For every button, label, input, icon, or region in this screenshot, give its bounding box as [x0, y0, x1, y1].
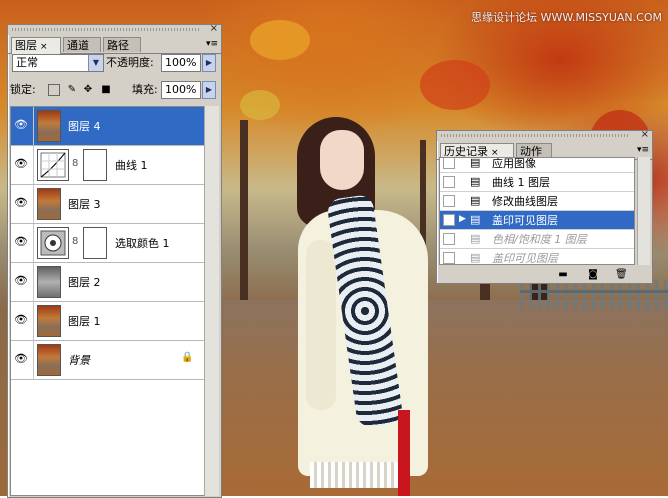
- history-item[interactable]: ▤ 应用图像: [440, 157, 634, 173]
- lock-move-icon[interactable]: ✥: [82, 84, 94, 96]
- history-item-label: 盖印可见图层: [492, 214, 558, 227]
- layers-panel: × 图层 × 通道 路径 ▾≡ 正常 ▼ 不透明度: 100% ▶ 锁定: ✎ ✥…: [7, 24, 222, 498]
- opacity-slider-button[interactable]: ▶: [202, 54, 216, 72]
- history-list: ▤ 应用图像 ▤ 曲线 1 图层 ▤ 修改曲线图层 ▶ ▤ 盖印可见图层 ▤ 色…: [439, 157, 635, 265]
- layer-name: 图层 2: [68, 276, 101, 289]
- layers-scrollbar[interactable]: [204, 106, 219, 496]
- layer-row[interactable]: 👁 背景 🔒: [11, 341, 206, 380]
- layers-list: 👁 图层 4 👁 8 曲线 1 👁 图层 3 👁 8 选取颜色 1 👁 图层 2…: [10, 106, 207, 496]
- chevron-down-icon[interactable]: ▼: [88, 55, 103, 71]
- fill-label: 填充:: [132, 83, 158, 96]
- history-brush-checkbox[interactable]: [443, 158, 455, 169]
- panel-titlebar[interactable]: ×: [437, 130, 652, 141]
- layer-mask-thumbnail[interactable]: [83, 227, 107, 259]
- lock-transparency-icon[interactable]: [48, 84, 60, 96]
- new-document-icon[interactable]: ▬: [557, 269, 569, 281]
- history-brush-checkbox[interactable]: [443, 233, 455, 245]
- eye-icon[interactable]: 👁: [14, 236, 28, 248]
- layer-name: 选取颜色 1: [115, 237, 170, 250]
- history-item-label: 盖印可见图层: [492, 252, 558, 265]
- snapshot-icon[interactable]: ◙: [587, 269, 599, 281]
- layer-row[interactable]: 👁 8 曲线 1: [11, 146, 206, 185]
- tab-channels[interactable]: 通道: [63, 37, 101, 52]
- close-icon[interactable]: ×: [210, 24, 218, 34]
- layer-thumbnail: [37, 344, 61, 376]
- close-icon[interactable]: ×: [641, 130, 649, 140]
- eye-icon[interactable]: 👁: [14, 158, 28, 170]
- close-tab-icon[interactable]: ×: [40, 42, 48, 52]
- history-toolbar: ▬ ◙ 🗑: [437, 267, 652, 283]
- layer-name: 图层 4: [68, 120, 101, 133]
- layer-row[interactable]: 👁 图层 4: [11, 107, 206, 146]
- lock-label: 锁定:: [10, 83, 36, 96]
- link-chain-icon[interactable]: 8: [72, 158, 78, 169]
- eye-icon[interactable]: 👁: [14, 275, 28, 287]
- panel-titlebar[interactable]: ×: [8, 24, 221, 35]
- tab-label: 路径: [107, 39, 129, 52]
- layer-thumbnail: [37, 188, 61, 220]
- link-chain-icon[interactable]: 8: [72, 236, 78, 247]
- history-brush-checkbox[interactable]: [443, 176, 455, 188]
- history-brush-checkbox[interactable]: [443, 214, 455, 226]
- history-panel: × 历史记录 × 动作 ▾≡ ▤ 应用图像 ▤ 曲线 1 图层 ▤ 修改曲线图层 …: [436, 130, 653, 284]
- history-step-icon: ▤: [470, 194, 481, 207]
- trash-icon[interactable]: 🗑: [615, 269, 628, 281]
- layer-thumbnail: [37, 266, 61, 298]
- opacity-input[interactable]: 100%: [161, 54, 201, 72]
- history-step-icon: ▤: [470, 251, 481, 264]
- tab-layers[interactable]: 图层 ×: [11, 37, 61, 54]
- panel-menu-icon[interactable]: ▾≡: [637, 145, 649, 155]
- lock-brush-icon[interactable]: ✎: [66, 84, 78, 96]
- panel-menu-icon[interactable]: ▾≡: [206, 39, 218, 49]
- history-step-icon: ▤: [470, 157, 481, 169]
- tab-label: 图层: [15, 39, 37, 52]
- layers-tabs: 图层 × 通道 路径 ▾≡: [8, 35, 221, 54]
- eye-icon[interactable]: 👁: [14, 197, 28, 209]
- history-item-label: 应用图像: [492, 157, 536, 170]
- eye-icon[interactable]: 👁: [14, 119, 28, 131]
- history-item-label: 曲线 1 图层: [492, 176, 550, 189]
- fill-slider-button[interactable]: ▶: [202, 81, 216, 99]
- layer-row[interactable]: 👁 8 选取颜色 1: [11, 224, 206, 263]
- layer-name: 背景: [68, 354, 90, 367]
- blend-mode-select[interactable]: 正常 ▼: [12, 54, 104, 72]
- opacity-label: 不透明度:: [106, 56, 154, 69]
- history-item[interactable]: ▤ 修改曲线图层: [440, 192, 634, 211]
- layer-row[interactable]: 👁 图层 1: [11, 302, 206, 341]
- selective-color-adjustment-icon: [37, 227, 69, 259]
- lock-all-icon[interactable]: ■: [100, 84, 112, 96]
- eye-icon[interactable]: 👁: [14, 314, 28, 326]
- layer-mask-thumbnail[interactable]: [83, 149, 107, 181]
- history-item[interactable]: ▤ 曲线 1 图层: [440, 173, 634, 192]
- layer-row[interactable]: 👁 图层 3: [11, 185, 206, 224]
- history-step-icon: ▤: [470, 175, 481, 188]
- layer-name: 图层 3: [68, 198, 101, 211]
- history-step-icon: ▤: [470, 232, 481, 245]
- history-item[interactable]: ▤ 色相/饱和度 1 图层: [440, 230, 634, 249]
- history-item-label: 色相/饱和度 1 图层: [492, 233, 587, 246]
- layer-row[interactable]: 👁 图层 2: [11, 263, 206, 302]
- layer-name: 曲线 1: [115, 159, 148, 172]
- history-item[interactable]: ▶ ▤ 盖印可见图层: [440, 211, 634, 230]
- eye-icon[interactable]: 👁: [14, 353, 28, 365]
- curves-adjustment-icon: [37, 149, 69, 181]
- tab-label: 通道: [67, 39, 89, 52]
- layer-thumbnail: [37, 305, 61, 337]
- history-item-label: 修改曲线图层: [492, 195, 558, 208]
- layer-name: 图层 1: [68, 315, 101, 328]
- fill-input[interactable]: 100%: [161, 81, 201, 99]
- current-state-arrow-icon: ▶: [459, 214, 466, 224]
- watermark: 思缘设计论坛 WWW.MISSYUAN.COM: [471, 11, 662, 24]
- layer-thumbnail: [37, 110, 61, 142]
- tab-actions[interactable]: 动作: [516, 143, 552, 158]
- history-brush-checkbox[interactable]: [443, 195, 455, 207]
- history-brush-checkbox[interactable]: [443, 252, 455, 264]
- blend-mode-value: 正常: [16, 56, 38, 69]
- history-scrollbar[interactable]: [637, 157, 650, 265]
- history-step-icon: ▤: [470, 213, 481, 226]
- lock-icon: 🔒: [181, 352, 194, 363]
- tab-paths[interactable]: 路径: [103, 37, 141, 52]
- history-item[interactable]: ▤ 盖印可见图层: [440, 249, 634, 265]
